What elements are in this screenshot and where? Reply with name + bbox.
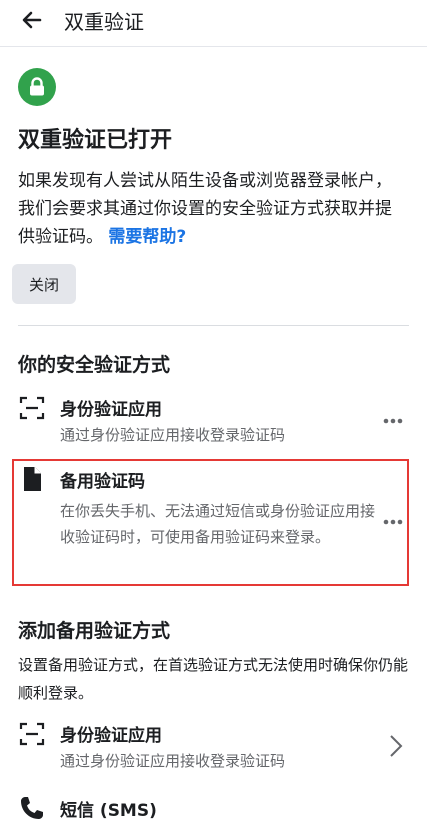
lock-icon [30, 77, 44, 96]
divider [18, 325, 409, 326]
method-title: 短信 (SMS) [60, 801, 157, 821]
add-methods-title: 添加备用验证方式 [18, 620, 171, 642]
close-button[interactable]: 关闭 [12, 264, 76, 304]
status-title: 双重验证已打开 [18, 128, 173, 153]
lock-badge [18, 68, 56, 106]
add-methods-description: 设置备用验证方式，在首选验证方式无法使用时确保你仍能顺利登录。 [18, 656, 409, 702]
scan-frame-icon [19, 722, 45, 746]
back-arrow-icon[interactable] [20, 8, 44, 32]
status-description-text: 如果发现有人尝试从陌生设备或浏览器登录帐户，我们会要求其通过你设置的安全验证方式… [18, 171, 392, 247]
more-options-icon[interactable] [383, 418, 403, 424]
method-description: 通过身份验证应用接收登录验证码 [60, 752, 286, 770]
page-title: 双重验证 [64, 10, 144, 34]
add-method-sms[interactable]: 短信 (SMS) [0, 792, 427, 832]
phone-icon [21, 797, 43, 819]
scan-frame-icon [19, 396, 45, 420]
chevron-right-icon[interactable] [389, 734, 403, 758]
method-title: 身份验证应用 [60, 726, 162, 746]
method-title: 身份验证应用 [60, 400, 162, 420]
method-description: 通过身份验证应用接收登录验证码 [60, 426, 286, 444]
highlight-box [12, 459, 409, 586]
security-methods-title: 你的安全验证方式 [18, 354, 171, 376]
add-method-authenticator-app[interactable]: 身份验证应用 通过身份验证应用接收登录验证码 [0, 716, 427, 776]
method-authenticator-app[interactable]: 身份验证应用 通过身份验证应用接收登录验证码 [0, 390, 427, 450]
help-link[interactable]: 需要帮助? [108, 227, 186, 247]
top-bar: 双重验证 [0, 0, 427, 47]
status-description: 如果发现有人尝试从陌生设备或浏览器登录帐户，我们会要求其通过你设置的安全验证方式… [18, 167, 393, 251]
